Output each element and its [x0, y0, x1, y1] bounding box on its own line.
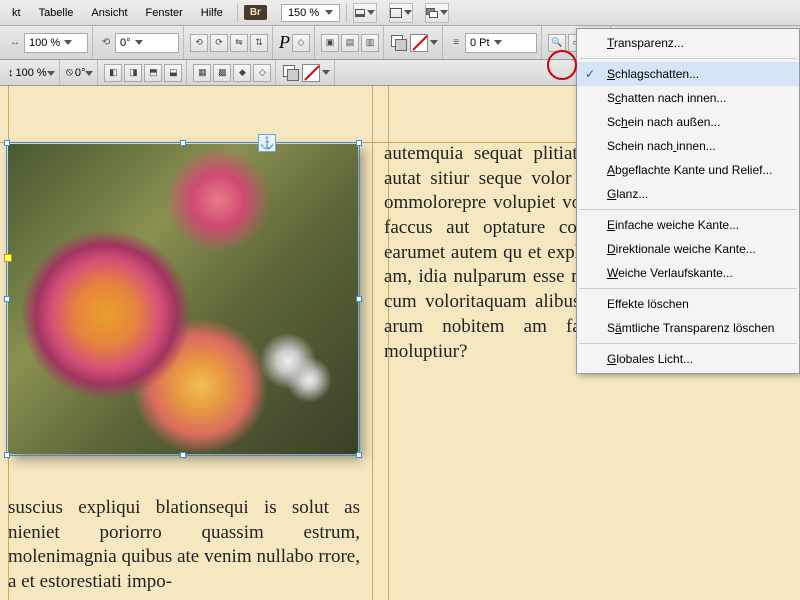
effects-menu-item[interactable]: ✓Schlagschatten... — [577, 62, 799, 86]
effects-menu-item[interactable]: Weiche Verlaufskante... — [577, 261, 799, 285]
menu-item-help[interactable]: Hilfe — [193, 3, 231, 23]
effects-menu-item[interactable]: Glanz... — [577, 182, 799, 206]
menu-separator — [579, 58, 797, 59]
fill-stroke-swatch[interactable] — [390, 34, 408, 52]
check-icon: ✓ — [585, 67, 595, 81]
effects-menu-item[interactable]: Abgeflachte Kante und Relief... — [577, 158, 799, 182]
screen-mode-button[interactable] — [389, 3, 413, 23]
zoom-level-field[interactable]: 150 % — [281, 4, 340, 22]
effects-menu-item[interactable]: Schein nach außen... — [577, 110, 799, 134]
scale-y-icon: ↕ — [8, 67, 14, 79]
convert-shape-button-2[interactable]: ◇ — [253, 64, 271, 82]
paragraph-icon: P — [279, 32, 290, 53]
scale-x-field[interactable]: 100 % — [24, 33, 88, 53]
menu-separator — [579, 343, 797, 344]
pathfinder-button-2[interactable]: ⬓ — [164, 64, 182, 82]
flip-h-button[interactable]: ⇋ — [230, 34, 248, 52]
dropdown-chevron-icon[interactable] — [430, 40, 438, 45]
menu-item-table[interactable]: Tabelle — [31, 3, 82, 23]
menu-item[interactable]: kt — [4, 3, 29, 23]
fill-stroke-swatch-2[interactable] — [282, 64, 300, 82]
select-content-button[interactable]: ◨ — [124, 64, 142, 82]
rotate-cw-button[interactable]: ⟳ — [210, 34, 228, 52]
arrange-button[interactable] — [425, 3, 449, 23]
scale-x-icon: ↔ — [8, 36, 22, 50]
shear-icon: ⦸ — [66, 66, 73, 79]
view-options-button[interactable] — [353, 3, 377, 23]
convert-shape-button[interactable]: ◆ — [233, 64, 251, 82]
wrap-icon-3[interactable]: ▥ — [361, 34, 379, 52]
effects-menu-item[interactable]: Sämtliche Transparenz löschen — [577, 316, 799, 340]
flip-v-button[interactable]: ⇅ — [250, 34, 268, 52]
effects-menu-item[interactable]: Effekte löschen — [577, 292, 799, 316]
effects-menu-item[interactable]: Schein nach innen... — [577, 134, 799, 158]
effects-menu-item[interactable]: Transparenz... — [577, 31, 799, 55]
effects-menu-item[interactable]: Direktionale weiche Kante... — [577, 237, 799, 261]
text-column-left[interactable]: suscius expliqui blationsequi is solut a… — [0, 142, 370, 600]
pathfinder-button[interactable]: ⬒ — [144, 64, 162, 82]
dropdown-chevron-icon[interactable] — [322, 70, 330, 75]
bridge-button[interactable]: Br — [244, 5, 267, 20]
rotate-field[interactable]: 0° — [115, 33, 179, 53]
effects-menu-item[interactable]: Globales Licht... — [577, 347, 799, 371]
separator — [346, 4, 347, 22]
menu-separator — [579, 288, 797, 289]
menubar: kt Tabelle Ansicht Fenster Hilfe Br 150 … — [0, 0, 800, 26]
corner-options-button[interactable]: ◇ — [292, 34, 310, 52]
no-fill-icon[interactable] — [410, 34, 428, 52]
menu-item-view[interactable]: Ansicht — [83, 3, 135, 23]
stroke-weight-icon: ≡ — [449, 36, 463, 50]
select-container-button[interactable]: ◧ — [104, 64, 122, 82]
separator — [237, 4, 238, 22]
menu-item-window[interactable]: Fenster — [138, 3, 191, 23]
wrap-icon-2[interactable]: ▤ — [341, 34, 359, 52]
distribute-button[interactable]: ▩ — [213, 64, 231, 82]
rotate-icon: ⟲ — [99, 36, 113, 50]
dropdown-chevron-icon — [325, 10, 333, 15]
effects-menu-item[interactable]: Schatten nach innen... — [577, 86, 799, 110]
stroke-weight-field[interactable]: 0 Pt — [465, 33, 537, 53]
align-button[interactable]: ▦ — [193, 64, 211, 82]
wrap-icon[interactable]: ▣ — [321, 34, 339, 52]
menu-separator — [579, 209, 797, 210]
fit-frame-button[interactable]: 🔍 — [548, 34, 566, 52]
shear-field[interactable]: 0° — [75, 67, 94, 79]
rotate-ccw-button[interactable]: ⟲ — [190, 34, 208, 52]
effects-dropdown-menu: Transparenz... ✓Schlagschatten...Schatten… — [576, 28, 800, 374]
effects-menu-item[interactable]: Einfache weiche Kante... — [577, 213, 799, 237]
scale-y-field[interactable]: 100 % — [16, 67, 55, 79]
no-stroke-icon[interactable] — [302, 64, 320, 82]
